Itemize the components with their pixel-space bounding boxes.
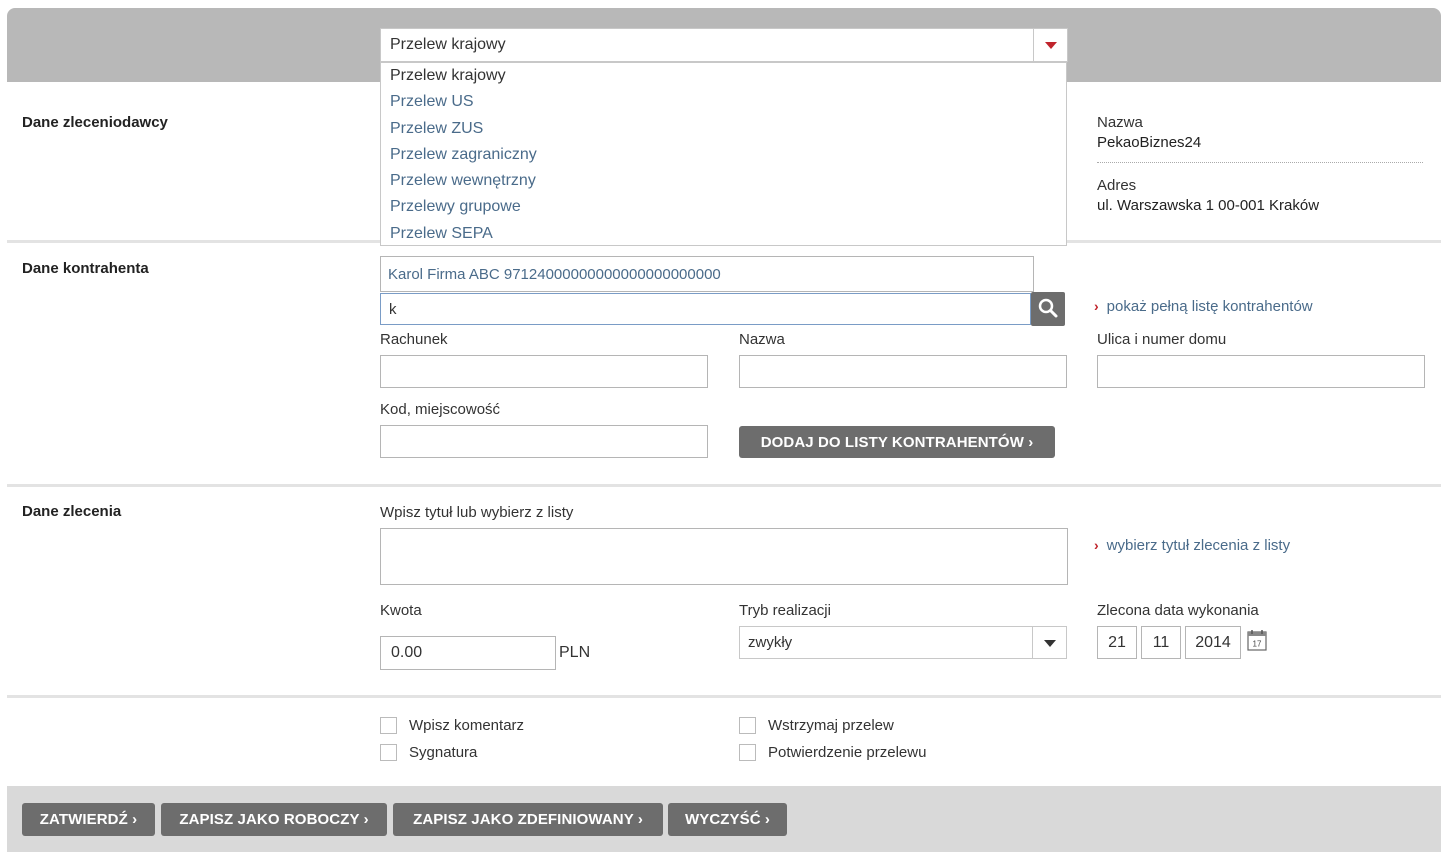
section-divider xyxy=(7,695,1441,698)
date-label: Zlecona data wykonania xyxy=(1097,602,1259,619)
title-label: Wpisz tytuł lub wybierz z listy xyxy=(380,504,574,521)
search-icon xyxy=(1038,298,1058,318)
transfer-type-select[interactable]: Przelew krajowy xyxy=(380,28,1068,62)
dropdown-option[interactable]: Przelew ZUS xyxy=(381,116,1066,142)
street-input[interactable] xyxy=(1097,355,1425,388)
show-counterparty-list-link[interactable]: › pokaż pełną listę kontrahentów xyxy=(1094,298,1313,315)
comment-checkbox[interactable] xyxy=(380,717,397,734)
dotted-divider xyxy=(1097,162,1423,163)
hold-checkbox[interactable] xyxy=(739,717,756,734)
amount-value: 0.00 xyxy=(391,644,423,661)
counterparty-suggestion[interactable]: Karol Firma ABC 971240000000000000000000… xyxy=(380,256,1034,292)
ordering-name-value: PekaoBiznes24 xyxy=(1097,134,1202,151)
ordering-address-value: ul. Warszawska 1 00-001 Kraków xyxy=(1097,197,1320,214)
choose-title-link[interactable]: › wybierz tytuł zlecenia z listy xyxy=(1094,537,1290,554)
confirmation-checkbox[interactable] xyxy=(739,744,756,761)
street-label: Ulica i numer domu xyxy=(1097,331,1227,348)
counterparty-name-input[interactable] xyxy=(739,355,1067,388)
date-day-input[interactable]: 21 xyxy=(1097,626,1137,659)
account-input[interactable] xyxy=(380,355,708,388)
currency-label: PLN xyxy=(559,644,591,661)
save-draft-button[interactable]: ZAPISZ JAKO ROBOCZY › xyxy=(161,803,387,836)
account-label: Rachunek xyxy=(380,331,448,348)
mode-selected: zwykły xyxy=(748,634,793,651)
add-counterparty-button[interactable]: DODAJ DO LISTY KONTRAHENTÓW › xyxy=(739,426,1055,458)
signature-checkbox[interactable] xyxy=(380,744,397,761)
date-month-input[interactable]: 11 xyxy=(1141,626,1181,659)
amount-input[interactable]: 0.00 xyxy=(380,636,556,670)
city-label: Kod, miejscowość xyxy=(380,401,501,418)
suggestion-text: Karol Firma ABC 971240000000000000000000… xyxy=(388,266,721,283)
ordering-name-label: Nazwa xyxy=(1097,114,1143,131)
svg-text:17: 17 xyxy=(1253,640,1262,649)
section-divider xyxy=(7,484,1441,487)
order-title: Dane zlecenia xyxy=(22,503,122,520)
counterparty-search-input[interactable]: k xyxy=(380,293,1031,325)
search-value: k xyxy=(389,301,397,318)
hold-option[interactable]: Wstrzymaj przelew xyxy=(739,717,894,734)
date-year-input[interactable]: 2014 xyxy=(1185,626,1241,659)
chevron-right-icon: › xyxy=(1094,537,1099,553)
dropdown-option[interactable]: Przelew zagraniczny xyxy=(381,142,1066,168)
transfer-type-selected: Przelew krajowy xyxy=(390,36,506,53)
counterparty-name-label: Nazwa xyxy=(739,331,785,348)
counterparty-title: Dane kontrahenta xyxy=(22,260,149,277)
signature-option[interactable]: Sygnatura xyxy=(380,744,477,761)
calendar-icon[interactable]: 17 xyxy=(1247,629,1267,651)
search-button[interactable] xyxy=(1031,292,1065,326)
city-input[interactable] xyxy=(380,425,708,458)
ordering-address-label: Adres xyxy=(1097,177,1137,194)
confirmation-option[interactable]: Potwierdzenie przelewu xyxy=(739,744,926,761)
dropdown-option[interactable]: Przelew wewnętrzny xyxy=(381,168,1066,194)
dropdown-option[interactable]: Przelewy grupowe xyxy=(381,194,1066,220)
dropdown-option[interactable]: Przelew SEPA xyxy=(381,221,1066,247)
mode-label: Tryb realizacji xyxy=(739,602,831,619)
dropdown-option[interactable]: Przelew US xyxy=(381,89,1066,115)
dropdown-option[interactable]: Przelew krajowy xyxy=(381,63,1066,89)
clear-button[interactable]: WYCZYŚĆ › xyxy=(668,803,787,836)
ordering-party-title: Dane zleceniodawcy xyxy=(22,114,168,131)
chevron-down-icon[interactable] xyxy=(1032,627,1066,658)
confirm-button[interactable]: ZATWIERDŹ › xyxy=(22,803,155,836)
comment-option[interactable]: Wpisz komentarz xyxy=(380,717,524,734)
amount-label: Kwota xyxy=(380,602,422,619)
title-textarea[interactable] xyxy=(380,528,1068,585)
mode-select[interactable]: zwykły xyxy=(739,626,1067,659)
transfer-type-dropdown: Przelew krajowy Przelew US Przelew ZUS P… xyxy=(380,62,1067,246)
chevron-down-icon[interactable] xyxy=(1033,29,1067,61)
chevron-right-icon: › xyxy=(1094,298,1099,314)
save-defined-button[interactable]: ZAPISZ JAKO ZDEFINIOWANY › xyxy=(393,803,663,836)
